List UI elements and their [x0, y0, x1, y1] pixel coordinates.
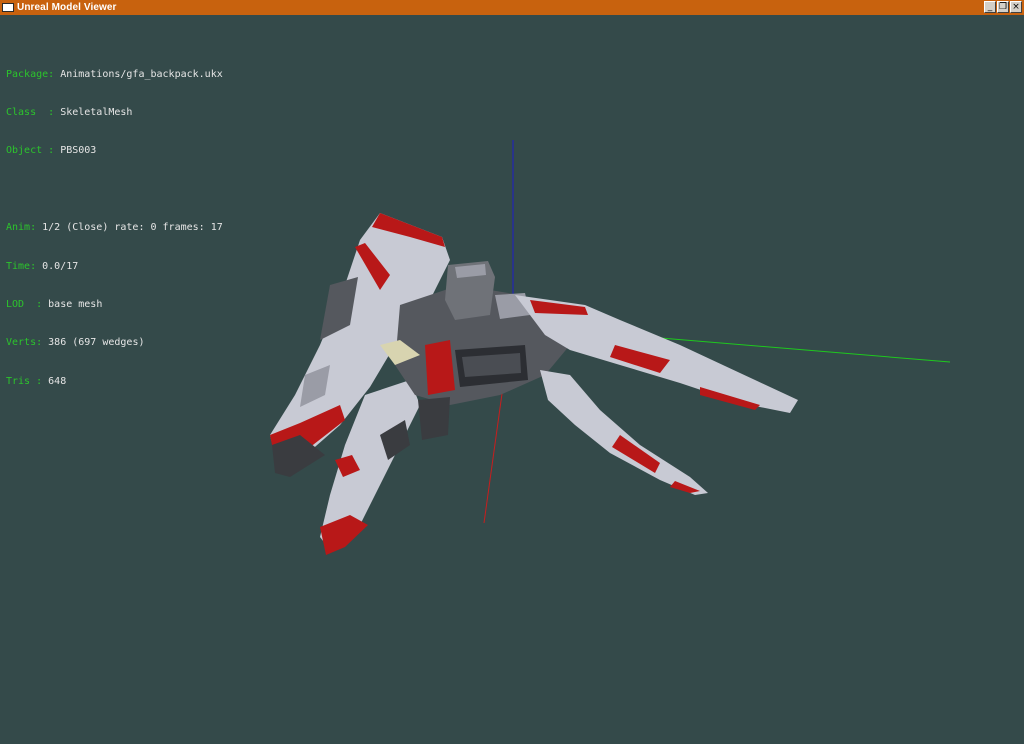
minimize-button[interactable]: _ — [984, 1, 996, 13]
app-icon — [2, 3, 14, 12]
right-lower-prong — [540, 370, 708, 495]
window-controls: _ ❐ × — [984, 1, 1022, 13]
info-verts: Verts: 386 (697 wedges) — [6, 337, 145, 349]
restore-button[interactable]: ❐ — [997, 1, 1009, 13]
info-class: Class : SkeletalMesh — [6, 106, 133, 118]
info-package: Package: Animations/gfa_backpack.ukx — [6, 68, 223, 80]
window-title: Unreal Model Viewer — [17, 2, 117, 13]
info-anim: Anim: 1/2 (Close) rate: 0 frames: 17 — [6, 222, 223, 234]
title-bar[interactable]: Unreal Model Viewer _ ❐ × — [0, 0, 1024, 15]
info-lod: LOD : base mesh — [6, 298, 103, 310]
close-button[interactable]: × — [1010, 1, 1022, 13]
model-viewer-window: Unreal Model Viewer _ ❐ × Package: Anima… — [0, 0, 1024, 744]
info-tris: Tris : 648 — [6, 375, 67, 387]
info-time: Time: 0.0/17 — [6, 260, 79, 272]
info-object: Object : PBS003 — [6, 145, 97, 157]
model-info-overlay: Package: Animations/gfa_backpack.ukx Cla… — [6, 43, 223, 414]
3d-viewport[interactable]: Package: Animations/gfa_backpack.ukx Cla… — [0, 15, 1024, 744]
